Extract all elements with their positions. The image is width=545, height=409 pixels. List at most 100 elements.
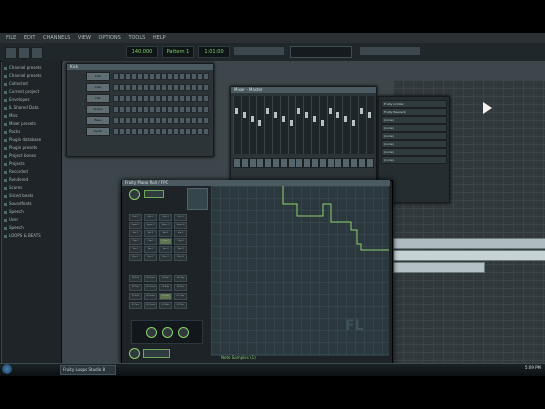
browser-item[interactable]: Plugin database bbox=[4, 136, 59, 143]
drum-pad[interactable]: 18 Kick bbox=[129, 275, 142, 282]
drum-pad[interactable]: 18 Perc bbox=[174, 284, 187, 291]
record-button[interactable] bbox=[31, 47, 43, 59]
pad-preview[interactable] bbox=[187, 188, 208, 210]
channel-button[interactable]: Snare bbox=[86, 105, 110, 114]
toolbar-controls[interactable] bbox=[234, 47, 284, 55]
mixer-send[interactable] bbox=[311, 158, 319, 168]
mixer-send[interactable] bbox=[248, 158, 257, 168]
fx-slot[interactable]: (none) bbox=[381, 132, 447, 140]
channel-button[interactable]: Synth bbox=[86, 127, 110, 136]
browser-item[interactable]: Scores bbox=[4, 184, 59, 191]
mixer-fader[interactable] bbox=[352, 120, 355, 126]
browser-item[interactable]: Envelopes bbox=[4, 96, 59, 103]
menu-help[interactable]: HELP bbox=[153, 33, 166, 43]
drum-pad[interactable]: Clap 4 bbox=[174, 238, 187, 245]
menu-view[interactable]: VIEW bbox=[78, 33, 91, 43]
drum-pad[interactable]: 18 Clap bbox=[174, 275, 187, 282]
drum-pad[interactable]: Tom 3 bbox=[159, 246, 172, 253]
browser-item[interactable]: Current project bbox=[4, 88, 59, 95]
drum-pad[interactable]: Tom 2 bbox=[144, 246, 157, 253]
mixer-fader[interactable] bbox=[367, 112, 371, 118]
mixer-fader[interactable] bbox=[336, 112, 340, 118]
mixer-fader[interactable] bbox=[250, 116, 254, 122]
drum-pad[interactable]: 09 Ride bbox=[159, 302, 172, 309]
toolbar-shortcuts[interactable] bbox=[360, 47, 420, 55]
drum-pad[interactable]: Perc 1 bbox=[129, 254, 142, 261]
power-knob[interactable] bbox=[129, 348, 140, 359]
fx-slot[interactable]: (none) bbox=[381, 148, 447, 156]
drum-pad[interactable]: 09 Kick bbox=[129, 293, 142, 300]
channel-button[interactable]: Hat bbox=[86, 94, 110, 103]
drum-pad[interactable]: Tom 1 bbox=[129, 246, 142, 253]
mixer-fader[interactable] bbox=[242, 112, 246, 118]
drum-pad[interactable]: Kick 1 bbox=[129, 214, 142, 221]
drum-pad[interactable]: Clap 1 bbox=[129, 238, 142, 245]
drum-pad[interactable]: 18 Ride bbox=[159, 284, 172, 291]
menu-options[interactable]: OPTIONS bbox=[99, 33, 121, 43]
browser-item[interactable]: Channel presets bbox=[4, 64, 59, 71]
browser-item[interactable]: IL Shared Data bbox=[4, 104, 59, 111]
mixer-fader[interactable] bbox=[344, 116, 348, 122]
drum-pad[interactable]: Snare 2 bbox=[144, 222, 157, 229]
drum-pad[interactable]: Tom 4 bbox=[174, 246, 187, 253]
mixer-send[interactable] bbox=[240, 158, 249, 168]
mixer-send[interactable] bbox=[295, 158, 304, 168]
pan-knob[interactable] bbox=[146, 327, 157, 338]
drum-pad[interactable]: Kick 2 bbox=[144, 214, 157, 221]
drum-pad[interactable]: Perc 2 bbox=[144, 254, 157, 261]
drum-pad[interactable]: Hat 3 bbox=[159, 230, 172, 237]
step-button[interactable] bbox=[203, 73, 209, 80]
mixer-fader[interactable] bbox=[328, 108, 332, 114]
step-button[interactable] bbox=[203, 106, 209, 113]
pattern-display[interactable]: Pattern 1 bbox=[162, 46, 194, 58]
browser-item[interactable]: Project bones bbox=[4, 152, 59, 159]
mixer-send[interactable] bbox=[350, 158, 358, 168]
drum-pad[interactable]: Clap 3 bbox=[159, 238, 172, 245]
pattern-block[interactable] bbox=[393, 262, 485, 273]
mixer-send[interactable] bbox=[357, 158, 366, 168]
browser-item[interactable]: Channel presets bbox=[4, 72, 59, 79]
fx-slot[interactable]: Fruity Reeverb bbox=[381, 108, 447, 116]
channel-button[interactable]: Clap bbox=[86, 83, 110, 92]
mixer-send[interactable] bbox=[287, 158, 296, 168]
drum-pad[interactable]: Kick 3 bbox=[159, 214, 172, 221]
drum-pad[interactable]: 18 Snare bbox=[144, 275, 157, 282]
fx-slot[interactable]: (none) bbox=[381, 140, 447, 148]
mixer-fader[interactable] bbox=[313, 116, 316, 122]
step-button[interactable] bbox=[203, 95, 209, 102]
pattern-block[interactable] bbox=[393, 238, 545, 249]
browser-item[interactable]: User bbox=[4, 216, 59, 223]
drum-pad[interactable]: Clap 2 bbox=[144, 238, 157, 245]
browser-item[interactable]: Misc bbox=[4, 112, 59, 119]
step-button[interactable] bbox=[203, 117, 209, 124]
browser-item[interactable]: Speech bbox=[4, 208, 59, 215]
mixer-send[interactable] bbox=[342, 158, 351, 168]
browser-item[interactable]: LOOPS & BEATS bbox=[4, 232, 59, 239]
menu-edit[interactable]: EDIT bbox=[24, 33, 36, 43]
drum-pad[interactable]: Snare 4 bbox=[174, 222, 187, 229]
browser-item[interactable]: Packs bbox=[4, 128, 59, 135]
mixer-fader[interactable] bbox=[305, 112, 309, 118]
stop-button[interactable] bbox=[18, 47, 30, 59]
drum-pad[interactable]: 09 Tom bbox=[129, 302, 142, 309]
mixer-fader[interactable] bbox=[289, 120, 293, 126]
drum-pad[interactable]: 09 Clap bbox=[174, 293, 187, 300]
fx-slot[interactable]: Fruity Limiter bbox=[381, 100, 447, 108]
mixer-fader[interactable] bbox=[274, 112, 277, 118]
step-button[interactable] bbox=[203, 128, 209, 135]
drum-pad[interactable]: 09 Snare bbox=[144, 293, 157, 300]
play-button[interactable] bbox=[5, 47, 17, 59]
mixer-send[interactable] bbox=[303, 158, 312, 168]
browser-item[interactable]: Projects bbox=[4, 160, 59, 167]
pitch-knob[interactable] bbox=[162, 327, 173, 338]
step-button[interactable] bbox=[203, 84, 209, 91]
mixer-send[interactable] bbox=[334, 158, 343, 168]
fpc-preset-label[interactable] bbox=[144, 190, 164, 198]
mixer-fader[interactable] bbox=[266, 108, 270, 114]
pattern-block[interactable] bbox=[393, 250, 545, 261]
mixer-send[interactable] bbox=[365, 158, 374, 168]
menu-channels[interactable]: CHANNELS bbox=[43, 33, 70, 43]
menu-file[interactable]: FILE bbox=[6, 33, 16, 43]
mixer-fader[interactable] bbox=[258, 120, 262, 126]
drum-pad[interactable]: Hat 2 bbox=[144, 230, 157, 237]
